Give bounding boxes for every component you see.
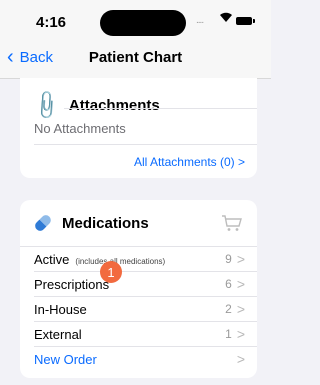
dynamic-island <box>100 10 186 36</box>
attachments-title: Attachments <box>68 96 160 114</box>
cart-icon[interactable] <box>221 214 243 232</box>
step-badge: 1 <box>100 261 122 283</box>
row-label: Active (includes all medications) <box>34 251 166 267</box>
row-count: 1 <box>225 327 232 341</box>
row-label: In-House <box>34 301 87 317</box>
attachments-card: 📎 Attachments No Attachments All Attachm… <box>20 78 257 178</box>
paperclip-icon: 📎 <box>29 88 63 122</box>
status-bar: 4:16 .... <box>0 0 271 40</box>
chevron-right-icon: > <box>236 251 245 267</box>
medications-title: Medications <box>62 214 149 232</box>
chevron-right-icon: > <box>236 276 245 292</box>
chevron-right-icon: > <box>236 301 245 317</box>
navigation-bar: ‹ Back Patient Chart <box>0 40 271 79</box>
new-order-row[interactable]: New Order > <box>34 347 245 371</box>
divider <box>64 108 257 109</box>
medication-row-in-house[interactable]: In-House 2 > <box>34 297 245 321</box>
medication-row-external[interactable]: External 1 > <box>34 322 245 346</box>
new-order-label: New Order <box>34 351 97 367</box>
no-attachments-text: No Attachments <box>34 121 126 136</box>
pill-icon <box>33 213 53 233</box>
row-label: External <box>34 326 82 342</box>
chevron-right-icon: > <box>236 326 245 342</box>
signal-icon: .... <box>196 15 204 26</box>
all-attachments-link[interactable]: All Attachments (0) > <box>134 155 245 169</box>
divider <box>34 144 257 145</box>
wifi-icon <box>219 10 233 28</box>
medications-header: Medications <box>33 200 149 246</box>
row-count: 6 <box>225 277 232 291</box>
chevron-right-icon: > <box>236 351 245 367</box>
status-time: 4:16 <box>36 14 67 31</box>
row-count: 9 <box>225 252 232 266</box>
page-title: Patient Chart <box>88 49 183 66</box>
medication-row-active[interactable]: Active (includes all medications) 9 > <box>34 247 245 271</box>
row-count: 2 <box>225 302 232 316</box>
attachments-header: 📎 Attachments <box>30 89 160 122</box>
row-label: Prescriptions <box>34 276 110 292</box>
medications-card: Medications Active (includes all medicati… <box>20 200 257 378</box>
battery-icon <box>236 17 255 25</box>
medication-row-prescriptions[interactable]: Prescriptions 6 > <box>34 272 245 296</box>
